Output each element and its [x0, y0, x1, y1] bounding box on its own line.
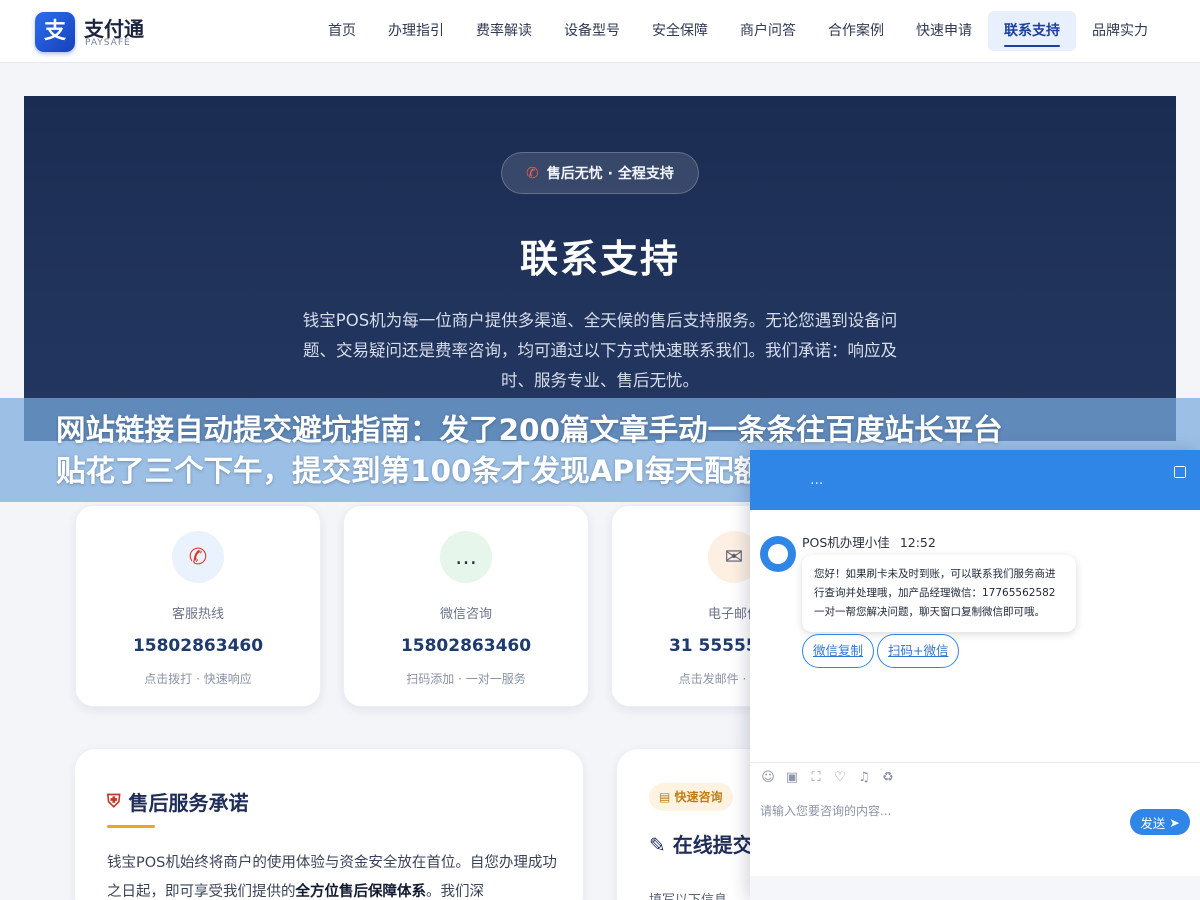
chat-header-title: ... — [810, 472, 824, 488]
agent-name: POS机办理小佳 — [802, 535, 890, 550]
chat-agent-line: POS机办理小佳 12:52 — [802, 532, 936, 551]
after-sales-panel: ⛨ 售后服务承诺 钱宝POS机始终将商户的使用体验与资金安全放在首位。自您办理成… — [74, 748, 584, 900]
hero-description: 钱宝POS机为每一位商户提供多渠道、全天候的售后支持服务。无论您遇到设备问题、交… — [302, 311, 898, 390]
contact-card-wechat[interactable]: … 微信咨询 15802863460 扫码添加 · 一对一服务 — [343, 505, 589, 707]
shield-icon: ⛨ — [107, 791, 121, 812]
sound-icon[interactable]: ♫ — [856, 770, 872, 785]
chat-input[interactable]: 请输入您要咨询的内容... — [760, 802, 891, 819]
send-label: 发送 — [1140, 815, 1166, 831]
agent-avatar — [760, 536, 796, 572]
nav-home[interactable]: 首页 — [312, 11, 372, 51]
copy-wechat-button[interactable]: 微信复制 — [802, 634, 875, 668]
after-sales-text-b: 。我们深 — [426, 884, 484, 900]
card-value[interactable]: 15802863460 — [76, 636, 320, 656]
chat-divider — [750, 762, 1200, 763]
screenshot-icon[interactable]: ⛶ — [808, 770, 824, 785]
avatar-face-icon — [768, 544, 788, 564]
nav-rates[interactable]: 费率解读 — [460, 11, 548, 51]
nav-brand[interactable]: 品牌实力 — [1076, 11, 1164, 51]
nav-devices[interactable]: 设备型号 — [548, 11, 636, 51]
after-sales-title: ⛨ 售后服务承诺 — [107, 787, 249, 816]
nav-security[interactable]: 安全保障 — [636, 11, 724, 51]
card-note: 点击拨打 · 快速响应 — [144, 672, 252, 686]
chat-toolbar: ☺ ▣ ⛶ ♡ ♫ ♻ — [760, 770, 896, 785]
quick-consult-tag: ▤ 快速咨询 — [649, 783, 733, 811]
page-title: 联系支持 — [519, 237, 680, 281]
scan-wechat-button[interactable]: 扫码+微信 — [877, 634, 960, 668]
phone-icon: ✆ — [172, 531, 224, 583]
brand-subtitle: PAYSAFE — [85, 38, 131, 48]
emoji-icon[interactable]: ☺ — [760, 770, 776, 785]
maximize-icon[interactable] — [1174, 466, 1186, 478]
contact-card-hotline[interactable]: ✆ 客服热线 15802863460 点击拨打 · 快速响应 — [75, 505, 321, 707]
quick-consult-title: ✎ 在线提交 — [649, 829, 753, 858]
overlay-line-1: 网站链接自动提交避坑指南：发了200篇文章手动一条条往百度站长平台 — [56, 413, 1003, 447]
message-time: 12:52 — [899, 535, 936, 550]
send-arrow-icon: ➤ — [1169, 814, 1180, 830]
card-title: 客服热线 — [171, 607, 224, 622]
note-icon: ✎ — [649, 833, 666, 857]
chat-header: ... — [750, 450, 1200, 510]
nav-guide[interactable]: 办理指引 — [372, 11, 460, 51]
send-button[interactable]: 发送 ➤ — [1130, 809, 1190, 835]
title-underline — [107, 825, 155, 828]
card-value[interactable]: 15802863460 — [344, 636, 588, 656]
chat-message-bubble: 您好！如果刷卡未及时到账，可以联系我们服务商进行查询并处理哦，加产品经理微信：1… — [802, 555, 1076, 632]
nav-faq[interactable]: 商户问答 — [724, 11, 812, 51]
image-icon[interactable]: ▣ — [784, 770, 800, 785]
quick-consult-tag-label: 快速咨询 — [674, 790, 723, 804]
phone-icon: ✆ — [526, 164, 539, 182]
hero-badge-label: 售后无忧 · 全程支持 — [546, 166, 674, 182]
card-title: 微信咨询 — [439, 607, 492, 622]
transfer-icon[interactable]: ♻ — [880, 770, 896, 785]
site-header: 支 支付通 PAYSAFE 首页 办理指引 费率解读 设备型号 安全保障 商户问答 合作案例… — [0, 0, 1200, 63]
chat-widget: ... POS机办理小佳 12:52 您好！如果刷卡未及时到账，可以联系我们服务商… — [750, 450, 1200, 900]
hero-badge: ✆ 售后无忧 · 全程支持 — [501, 152, 699, 194]
nav-contact[interactable]: 联系支持 — [988, 11, 1076, 51]
after-sales-text: 钱宝POS机始终将商户的使用体验与资金安全放在首位。自您办理成功之日起，即可享受… — [107, 849, 557, 900]
main-nav: 首页 办理指引 费率解读 设备型号 安全保障 商户问答 合作案例 快速申请 联系支持 品牌实力 — [312, 11, 1164, 51]
after-sales-text-bold: 全方位售后保障体系 — [295, 884, 427, 900]
chat-footer — [750, 876, 1200, 900]
hero-section: ✆ 售后无忧 · 全程支持 联系支持 钱宝POS机为每一位商户提供多渠道、全天候… — [24, 96, 1176, 441]
quick-consult-text: 填写以下信息 — [649, 889, 727, 900]
card-note: 扫码添加 · 一对一服务 — [406, 672, 526, 686]
nav-cases[interactable]: 合作案例 — [812, 11, 900, 51]
rating-icon[interactable]: ♡ — [832, 770, 848, 785]
chat-icon: … — [440, 531, 492, 583]
nav-apply[interactable]: 快速申请 — [900, 11, 988, 51]
clipboard-icon: ▤ — [659, 790, 671, 804]
quick-consult-title-text: 在线提交 — [672, 833, 753, 857]
logo-icon[interactable]: 支 — [35, 12, 75, 52]
after-sales-title-text: 售后服务承诺 — [128, 791, 249, 815]
